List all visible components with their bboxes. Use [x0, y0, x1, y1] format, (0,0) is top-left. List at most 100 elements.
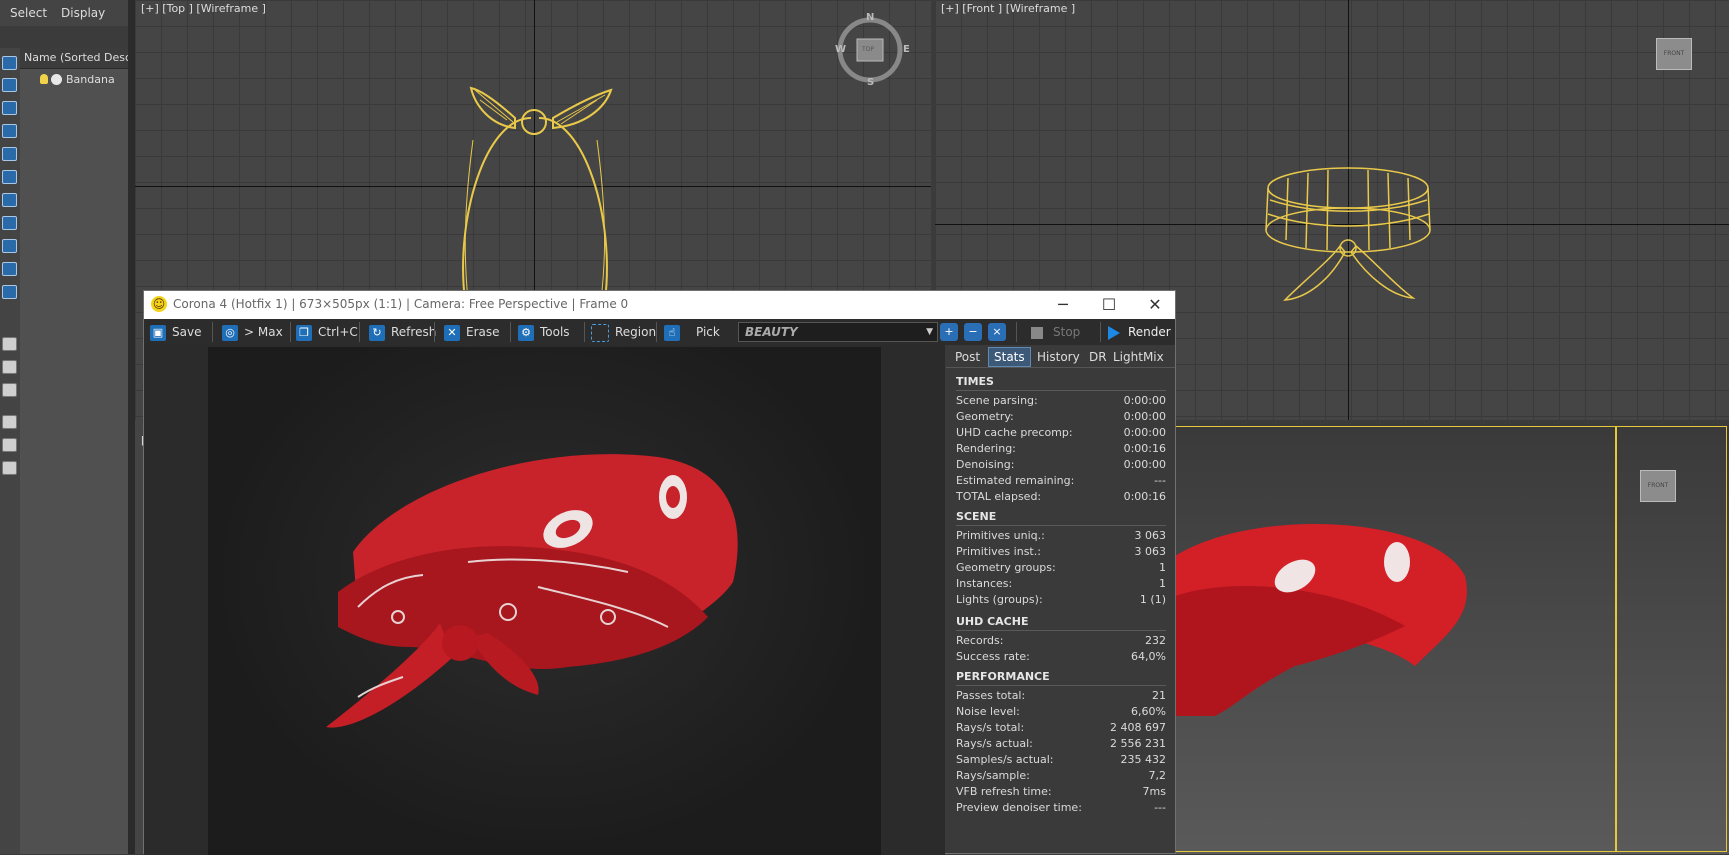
- display-none-icon[interactable]: [2, 360, 17, 374]
- stats-key: Noise level:: [956, 705, 1020, 718]
- stats-key: Rays/s total:: [956, 721, 1025, 734]
- toolbar-divider: [584, 322, 585, 342]
- hand-pointer-icon: ☝: [664, 324, 680, 341]
- tab-lightmix[interactable]: LightMix: [1108, 348, 1169, 366]
- stats-key: Rays/sample:: [956, 769, 1030, 782]
- tab-stats[interactable]: Stats: [988, 347, 1031, 367]
- sort-icon[interactable]: [2, 438, 17, 452]
- zoom-out-icon[interactable]: −: [964, 323, 982, 341]
- copy-button[interactable]: ❐ Ctrl+C: [296, 321, 358, 343]
- display-xrefs-icon[interactable]: [2, 216, 17, 230]
- stats-key: Geometry:: [956, 410, 1014, 423]
- filter-icon[interactable]: [2, 415, 17, 429]
- display-bones-icon[interactable]: [2, 239, 17, 253]
- corona-vfb-window: ☺ Corona 4 (Hotfix 1) | 673×505px (1:1) …: [143, 290, 1176, 855]
- stats-row: Preview denoiser time: ---: [956, 800, 1166, 815]
- object-sphere-icon: [51, 73, 62, 85]
- erase-button[interactable]: ✕ Erase: [444, 321, 500, 343]
- close-icon[interactable]: ✕: [1140, 294, 1170, 316]
- render-pass-select[interactable]: BEAUTY ▼: [738, 322, 938, 342]
- max-icon: ◎: [222, 324, 238, 341]
- stats-value: 21: [1152, 689, 1166, 702]
- stop-button[interactable]: Stop: [1031, 321, 1080, 343]
- pick-button[interactable]: ☝ Pick: [664, 321, 720, 343]
- render-canvas[interactable]: [144, 345, 945, 855]
- stats-key: Primitives inst.:: [956, 545, 1041, 558]
- stats-value: 2 556 231: [1110, 737, 1166, 750]
- vfb-toolbar: ▣ Save ◎ > Max ❐ Ctrl+C ↻ Refresh ✕ Erase ⚙ To…: [144, 319, 1175, 345]
- display-shapes-icon[interactable]: [2, 78, 17, 92]
- stats-key: TOTAL elapsed:: [956, 490, 1042, 503]
- stats-value: 0:00:00: [1123, 394, 1166, 407]
- stats-section-divider: [956, 685, 1166, 686]
- tools-button[interactable]: ⚙ Tools: [518, 321, 570, 343]
- display-all-icon[interactable]: [2, 337, 17, 351]
- display-helpers-icon[interactable]: [2, 147, 17, 161]
- stats-row: Primitives inst.: 3 063: [956, 544, 1166, 559]
- display-containers-icon[interactable]: [2, 262, 17, 276]
- layer-icon[interactable]: [2, 461, 17, 475]
- stats-row: VFB refresh time: 7ms: [956, 784, 1166, 799]
- stats-key: Records:: [956, 634, 1004, 647]
- minimize-icon[interactable]: ─: [1048, 294, 1078, 316]
- display-frozen-icon[interactable]: [2, 285, 17, 299]
- stats-value: 7,2: [1148, 769, 1167, 782]
- toolbar-divider: [1100, 322, 1101, 342]
- stats-value: 1: [1159, 577, 1166, 590]
- explorer-column-header[interactable]: Name (Sorted Descen: [20, 48, 128, 69]
- display-spacewarps-icon[interactable]: [2, 170, 17, 184]
- toolbar-divider: [1016, 322, 1017, 342]
- stats-row: Instances: 1: [956, 576, 1166, 591]
- viewcube-top-face[interactable]: TOP: [862, 46, 874, 53]
- save-button[interactable]: ▣ Save: [150, 321, 201, 343]
- zoom-fit-icon[interactable]: ×: [988, 323, 1006, 341]
- tab-post[interactable]: Post: [950, 348, 985, 366]
- stats-row: Rays/s total: 2 408 697: [956, 720, 1166, 735]
- bandana-render: [326, 454, 738, 728]
- stats-key: Estimated remaining:: [956, 474, 1075, 487]
- explorer-item[interactable]: Bandana: [40, 72, 115, 86]
- menu-select[interactable]: Select: [10, 6, 47, 20]
- stats-section-title: TIMES: [956, 375, 994, 388]
- maximize-icon[interactable]: ☐: [1094, 294, 1124, 316]
- chevron-down-icon: ▼: [926, 327, 933, 337]
- display-geometry-icon[interactable]: [2, 56, 17, 70]
- explorer-toolbar: [0, 48, 20, 854]
- display-invert-icon[interactable]: [2, 383, 17, 397]
- stats-row: Samples/s actual: 235 432: [956, 752, 1166, 767]
- stats-key: VFB refresh time:: [956, 785, 1052, 798]
- display-groups-icon[interactable]: [2, 193, 17, 207]
- tab-history[interactable]: History: [1032, 348, 1085, 366]
- zoom-in-icon[interactable]: +: [940, 323, 958, 341]
- stats-key: Samples/s actual:: [956, 753, 1054, 766]
- stats-value: 0:00:00: [1123, 426, 1166, 439]
- menu-display[interactable]: Display: [61, 6, 105, 20]
- stats-key: Primitives uniq.:: [956, 529, 1045, 542]
- send-to-max-button[interactable]: ◎ > Max: [222, 321, 283, 343]
- stop-icon: [1031, 326, 1043, 339]
- stats-key: Denoising:: [956, 458, 1015, 471]
- stats-section-title: PERFORMANCE: [956, 670, 1050, 683]
- stats-key: Preview denoiser time:: [956, 801, 1082, 814]
- region-button[interactable]: Region: [591, 321, 656, 343]
- stats-key: Passes total:: [956, 689, 1026, 702]
- render-button[interactable]: Render: [1108, 321, 1171, 343]
- viewcube-perspective[interactable]: FRONT: [1640, 470, 1676, 502]
- stats-key: Rays/s actual:: [956, 737, 1033, 750]
- stats-value: 0:00:00: [1123, 410, 1166, 423]
- stats-section-title: SCENE: [956, 510, 997, 523]
- display-cameras-icon[interactable]: [2, 124, 17, 138]
- scene-explorer: Name (Sorted Descen Bandana: [20, 48, 128, 854]
- stats-value: 3 063: [1134, 545, 1167, 558]
- vfb-titlebar[interactable]: ☺ Corona 4 (Hotfix 1) | 673×505px (1:1) …: [144, 291, 1175, 319]
- save-icon: ▣: [150, 324, 166, 341]
- stats-value: 64,0%: [1131, 650, 1166, 663]
- compass-n: N: [866, 12, 875, 23]
- stats-key: Instances:: [956, 577, 1013, 590]
- viewcube-front[interactable]: FRONT: [1656, 38, 1692, 70]
- panel-divider[interactable]: [128, 0, 135, 854]
- display-lights-icon[interactable]: [2, 101, 17, 115]
- stats-row: Denoising: 0:00:00: [956, 457, 1166, 472]
- light-bulb-icon[interactable]: [40, 74, 48, 84]
- refresh-button[interactable]: ↻ Refresh: [369, 321, 436, 343]
